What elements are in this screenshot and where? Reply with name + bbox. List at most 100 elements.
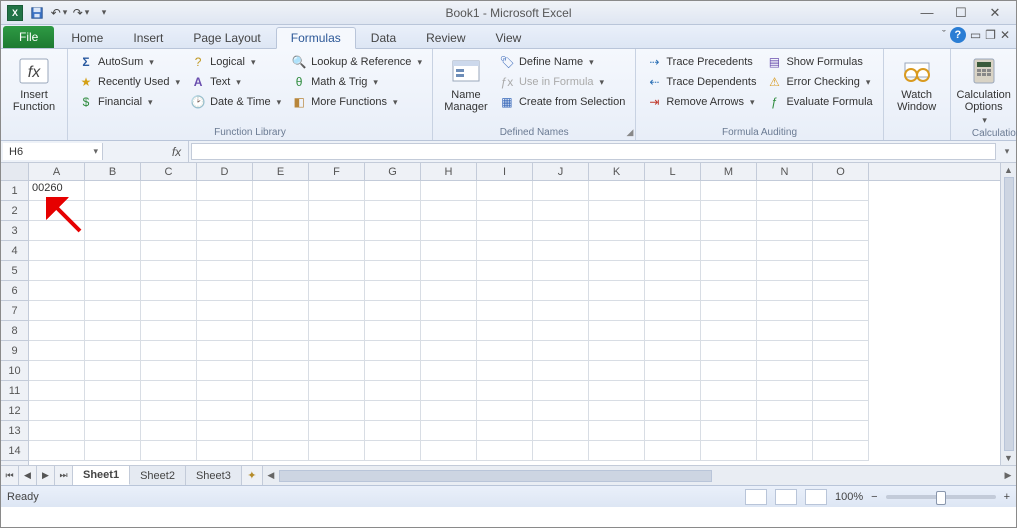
cell[interactable] [141, 321, 197, 341]
cell[interactable] [645, 201, 701, 221]
ribbon-minimize-icon[interactable]: ˇ [942, 29, 946, 41]
cell[interactable] [533, 281, 589, 301]
cell[interactable] [701, 181, 757, 201]
cell[interactable] [253, 441, 309, 461]
cell[interactable] [253, 361, 309, 381]
tab-data[interactable]: Data [356, 26, 411, 48]
cell[interactable] [701, 401, 757, 421]
cell[interactable] [309, 361, 365, 381]
date-time-button[interactable]: 🕑Date & Time▾ [188, 93, 283, 111]
cell[interactable] [421, 201, 477, 221]
cell[interactable] [421, 341, 477, 361]
cell[interactable] [421, 381, 477, 401]
cell[interactable] [477, 261, 533, 281]
autosum-button[interactable]: ΣAutoSum▾ [76, 53, 182, 71]
cell[interactable] [309, 261, 365, 281]
cell[interactable] [85, 341, 141, 361]
cell[interactable] [85, 301, 141, 321]
cell[interactable] [197, 301, 253, 321]
cell[interactable] [85, 381, 141, 401]
scroll-right-icon[interactable]: ▶ [1000, 470, 1016, 481]
cell[interactable] [589, 361, 645, 381]
cell[interactable] [757, 421, 813, 441]
text-button[interactable]: AText▾ [188, 73, 283, 91]
cell[interactable] [29, 381, 85, 401]
cell[interactable] [645, 321, 701, 341]
cell[interactable] [477, 301, 533, 321]
lookup-reference-button[interactable]: 🔍Lookup & Reference▾ [289, 53, 424, 71]
page-break-view-button[interactable] [805, 489, 827, 505]
cell[interactable] [701, 261, 757, 281]
sheet-tab-2[interactable]: Sheet2 [130, 466, 186, 485]
cell[interactable] [533, 401, 589, 421]
cell[interactable] [365, 181, 421, 201]
cell[interactable] [533, 321, 589, 341]
cell[interactable] [813, 261, 869, 281]
cell[interactable] [365, 341, 421, 361]
horizontal-scrollbar[interactable]: ◀ ▶ [262, 466, 1016, 485]
select-all-corner[interactable] [1, 163, 29, 180]
cell[interactable] [309, 201, 365, 221]
cell[interactable] [589, 401, 645, 421]
cell[interactable] [701, 301, 757, 321]
new-sheet-button[interactable]: ✦ [242, 466, 262, 485]
cell[interactable] [757, 241, 813, 261]
cell[interactable] [589, 261, 645, 281]
cell[interactable] [589, 241, 645, 261]
cell[interactable] [477, 401, 533, 421]
cell[interactable] [29, 301, 85, 321]
cell[interactable] [477, 341, 533, 361]
row-header[interactable]: 5 [1, 261, 28, 281]
cell[interactable] [813, 441, 869, 461]
cell[interactable] [421, 281, 477, 301]
cell[interactable] [85, 441, 141, 461]
next-sheet-button[interactable]: ▶ [37, 466, 55, 485]
cell[interactable] [533, 381, 589, 401]
cell[interactable] [757, 401, 813, 421]
cell[interactable] [309, 321, 365, 341]
cell[interactable] [477, 381, 533, 401]
cell[interactable] [309, 401, 365, 421]
evaluate-formula-button[interactable]: ƒEvaluate Formula [764, 93, 874, 111]
cell[interactable] [29, 241, 85, 261]
cell[interactable] [757, 381, 813, 401]
cell[interactable] [85, 361, 141, 381]
cell[interactable] [197, 361, 253, 381]
cell[interactable] [421, 301, 477, 321]
cell[interactable] [477, 241, 533, 261]
cell[interactable] [29, 401, 85, 421]
cell[interactable] [197, 201, 253, 221]
cell[interactable] [813, 401, 869, 421]
workbook-minimize-icon[interactable]: ▭ [970, 28, 981, 42]
cell[interactable] [701, 361, 757, 381]
cell[interactable] [253, 301, 309, 321]
cell[interactable] [365, 261, 421, 281]
cell[interactable] [365, 441, 421, 461]
cell[interactable] [309, 181, 365, 201]
help-icon[interactable]: ? [950, 27, 966, 43]
row-header[interactable]: 4 [1, 241, 28, 261]
cell[interactable]: 00260 [29, 181, 85, 201]
cell[interactable] [197, 221, 253, 241]
cell-grid[interactable]: 00260 [29, 181, 1016, 465]
scroll-up-icon[interactable]: ▲ [1004, 165, 1013, 175]
cell[interactable] [589, 281, 645, 301]
cell[interactable] [645, 281, 701, 301]
file-tab[interactable]: File [3, 26, 54, 48]
watch-window-button[interactable]: Watch Window [892, 53, 942, 113]
cell[interactable] [757, 441, 813, 461]
zoom-in-button[interactable]: + [1004, 491, 1010, 503]
cell[interactable] [197, 341, 253, 361]
hscroll-thumb[interactable] [279, 470, 712, 482]
cell[interactable] [141, 361, 197, 381]
col-header[interactable]: O [813, 163, 869, 180]
cell[interactable] [309, 381, 365, 401]
row-header[interactable]: 10 [1, 361, 28, 381]
sheet-tab-3[interactable]: Sheet3 [186, 466, 242, 485]
cell[interactable] [645, 301, 701, 321]
redo-button[interactable]: ↷▾ [71, 3, 91, 23]
cell[interactable] [365, 201, 421, 221]
row-header[interactable]: 7 [1, 301, 28, 321]
cell[interactable] [85, 321, 141, 341]
row-header[interactable]: 13 [1, 421, 28, 441]
